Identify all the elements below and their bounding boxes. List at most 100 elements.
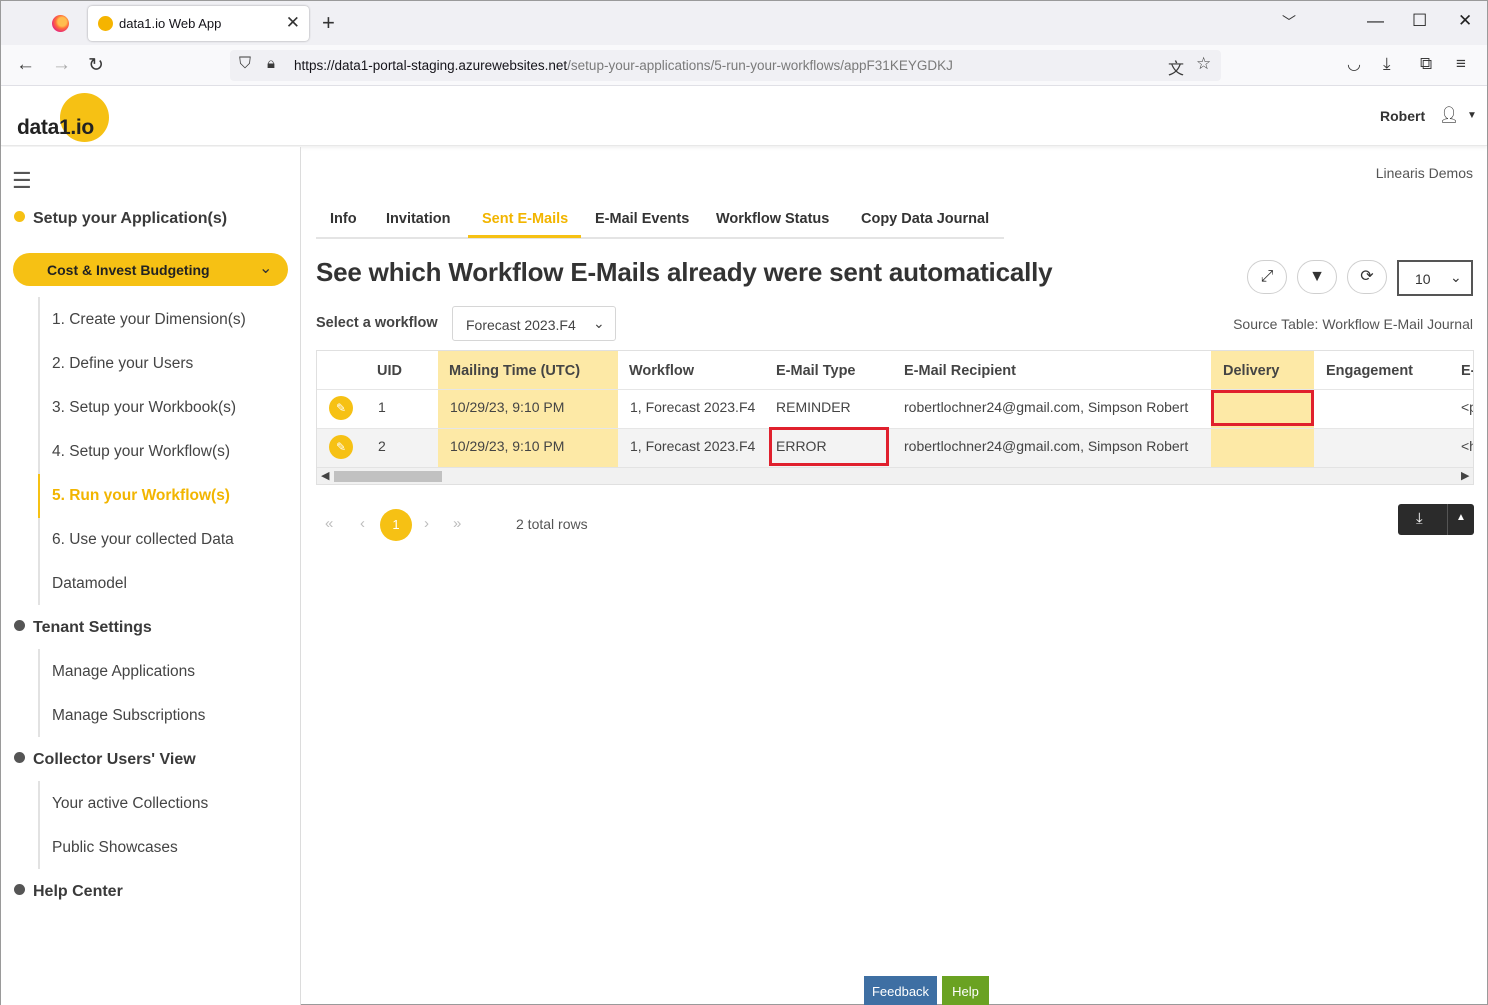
- scroll-left-icon[interactable]: ◀: [321, 469, 329, 482]
- sidebar-item-run-workflows[interactable]: 5. Run your Workflow(s): [52, 487, 230, 505]
- download-icon[interactable]: ⤓: [1383, 54, 1391, 74]
- sidebar-item-manage-applications[interactable]: Manage Applications: [52, 663, 195, 681]
- firefox-icon[interactable]: [52, 15, 69, 32]
- cell-workflow: 1, Forecast 2023.F4: [630, 438, 756, 454]
- section-collector-view[interactable]: Collector Users' View: [14, 751, 196, 769]
- section-setup[interactable]: Setup your Application(s): [14, 210, 227, 228]
- filter-icon: ▼: [1309, 268, 1325, 285]
- sidebar-item-active-collections[interactable]: Your active Collections: [52, 795, 208, 813]
- extensions-icon[interactable]: ⧉: [1420, 54, 1432, 74]
- horizontal-scrollbar[interactable]: ◀ ▶: [317, 467, 1473, 484]
- content-tabs: Info Invitation Sent E-Mails E-Mail Even…: [316, 202, 1004, 239]
- browser-tabstrip: data1.io Web App ✕ + ﹀ — ☐ ✕: [1, 1, 1487, 45]
- column-header-delivery[interactable]: Delivery: [1223, 363, 1279, 379]
- cell-email-recipient: robertlochner24@gmail.com, Simpson Rober…: [904, 399, 1189, 415]
- column-header-email-recipient[interactable]: E-Mail Recipient: [904, 363, 1016, 379]
- shield-icon[interactable]: ⛉: [239, 55, 251, 73]
- section-help-center[interactable]: Help Center: [14, 883, 123, 901]
- filter-button[interactable]: ▼: [1297, 260, 1337, 294]
- tab-sent-emails[interactable]: Sent E-Mails: [482, 211, 568, 227]
- column-header-extra[interactable]: E-: [1461, 363, 1473, 379]
- nav-tree-line: [38, 649, 40, 737]
- pocket-icon[interactable]: ◡: [1347, 54, 1361, 74]
- sidebar-item-setup-workbooks[interactable]: 3. Setup your Workbook(s): [52, 399, 236, 417]
- expand-icon: ⤢: [1260, 268, 1274, 285]
- browser-window: data1.io Web App ✕ + ﹀ — ☐ ✕ ← → ↻ ⛉ 🔒︎ …: [0, 0, 1488, 1005]
- cell-mailing-time: 10/29/23, 9:10 PM: [450, 399, 565, 415]
- scrollbar-thumb[interactable]: [334, 471, 442, 482]
- caret-down-icon[interactable]: ▼: [1467, 110, 1477, 121]
- download-button[interactable]: ⤓ ▲: [1398, 504, 1474, 535]
- close-tab-icon[interactable]: ✕: [286, 13, 300, 33]
- cell-extra: <h: [1461, 438, 1473, 454]
- user-icon[interactable]: 👤︎: [1439, 105, 1459, 125]
- tab-email-events[interactable]: E-Mail Events: [595, 211, 689, 227]
- sidebar-item-public-showcases[interactable]: Public Showcases: [52, 839, 178, 857]
- tab-copy-data-journal[interactable]: Copy Data Journal: [861, 211, 989, 227]
- page-button-current[interactable]: 1: [380, 509, 412, 541]
- url-text[interactable]: https://data1-portal-staging.azurewebsit…: [294, 58, 953, 73]
- cell-email-recipient: robertlochner24@gmail.com, Simpson Rober…: [904, 438, 1189, 454]
- chevron-down-icon[interactable]: ﹀: [1282, 12, 1296, 32]
- translate-icon[interactable]: 文: [1168, 55, 1184, 79]
- active-tab-underline: [468, 235, 581, 238]
- next-page-icon[interactable]: ›: [424, 515, 429, 532]
- help-button[interactable]: Help: [942, 976, 989, 1005]
- feedback-button[interactable]: Feedback: [864, 976, 937, 1005]
- total-rows: 2 total rows: [516, 516, 588, 532]
- reload-icon[interactable]: ↻: [88, 54, 104, 77]
- expand-button[interactable]: ⤢: [1247, 260, 1287, 294]
- sidebar-item-create-dimensions[interactable]: 1. Create your Dimension(s): [52, 311, 246, 329]
- first-page-icon[interactable]: «: [325, 515, 333, 532]
- scroll-right-icon[interactable]: ▶: [1461, 469, 1469, 482]
- cell-uid: 1: [378, 399, 386, 415]
- column-header-engagement[interactable]: Engagement: [1326, 363, 1413, 379]
- edit-row-button[interactable]: ✎: [329, 435, 353, 459]
- star-icon[interactable]: ☆: [1196, 54, 1211, 74]
- lock-icon[interactable]: 🔒︎: [267, 55, 275, 72]
- column-header-email-type[interactable]: E-Mail Type: [776, 363, 856, 379]
- user-name[interactable]: Robert: [1380, 108, 1425, 124]
- sidebar-item-setup-workflows[interactable]: 4. Setup your Workflow(s): [52, 443, 230, 461]
- prev-page-icon[interactable]: ‹: [360, 515, 365, 532]
- column-header-mailing-time[interactable]: Mailing Time (UTC): [449, 363, 580, 379]
- application-select[interactable]: Cost & Invest Budgeting ⌄: [13, 253, 288, 286]
- cell-email-type: REMINDER: [776, 399, 851, 415]
- minimize-icon[interactable]: —: [1367, 11, 1384, 31]
- column-header-workflow[interactable]: Workflow: [629, 363, 694, 379]
- back-arrow-icon[interactable]: ←: [16, 54, 35, 76]
- edit-row-button[interactable]: ✎: [329, 396, 353, 420]
- close-window-icon[interactable]: ✕: [1458, 11, 1472, 31]
- browser-navbar: ← → ↻ ⛉ 🔒︎ https://data1-portal-staging.…: [1, 45, 1487, 86]
- page-title: See which Workflow E-Mails already were …: [316, 257, 1053, 287]
- sidebar-item-use-data[interactable]: 6. Use your collected Data: [52, 531, 234, 549]
- tab-workflow-status[interactable]: Workflow Status: [716, 211, 829, 227]
- browser-tab[interactable]: data1.io Web App ✕: [88, 6, 309, 41]
- address-bar[interactable]: ⛉ 🔒︎ https://data1-portal-staging.azurew…: [230, 50, 1221, 81]
- hamburger-icon[interactable]: ☰: [12, 168, 32, 194]
- column-header-uid[interactable]: UID: [377, 363, 402, 379]
- sidebar-item-define-users[interactable]: 2. Define your Users: [52, 355, 193, 373]
- workflow-select-value: Forecast 2023.F4: [466, 317, 576, 333]
- page-size-select[interactable]: 10 ⌄: [1397, 260, 1473, 296]
- cell-extra: <p: [1461, 399, 1473, 415]
- caret-up-icon[interactable]: ▲: [1456, 512, 1466, 523]
- tab-title: data1.io Web App: [119, 16, 222, 31]
- active-indicator: [38, 474, 40, 518]
- section-tenant-settings[interactable]: Tenant Settings: [14, 619, 152, 637]
- sidebar-item-datamodel[interactable]: Datamodel: [52, 575, 127, 593]
- tab-info[interactable]: Info: [330, 211, 357, 227]
- refresh-button[interactable]: ⟳: [1347, 260, 1387, 294]
- tab-invitation[interactable]: Invitation: [386, 211, 450, 227]
- last-page-icon[interactable]: »: [453, 515, 461, 532]
- refresh-icon: ⟳: [1360, 268, 1374, 285]
- menu-icon[interactable]: ≡: [1456, 54, 1466, 74]
- sidebar-item-manage-subscriptions[interactable]: Manage Subscriptions: [52, 707, 205, 725]
- maximize-icon[interactable]: ☐: [1412, 11, 1427, 31]
- logo[interactable]: data1.io: [17, 116, 94, 140]
- edit-icon: ✎: [335, 401, 347, 415]
- workflow-select[interactable]: Forecast 2023.F4 ⌄: [452, 306, 616, 341]
- forward-arrow-icon[interactable]: →: [52, 54, 71, 76]
- download-icon: ⤓: [1416, 510, 1423, 527]
- new-tab-icon[interactable]: +: [322, 10, 335, 36]
